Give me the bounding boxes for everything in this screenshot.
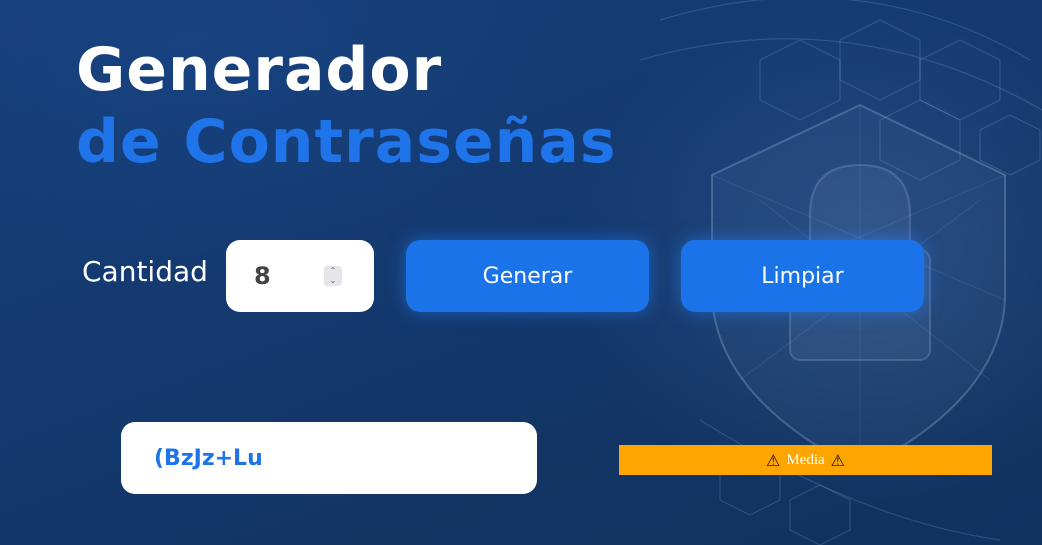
title-line-1: Generador [76,35,443,105]
quantity-stepper[interactable]: ⌃ ⌄ [324,266,342,286]
chevron-down-icon[interactable]: ⌄ [324,276,342,286]
clear-button[interactable]: Limpiar [681,240,924,312]
quantity-input[interactable] [254,260,334,292]
password-text: (BzJz+Lu [154,445,263,471]
password-output[interactable]: (BzJz+Lu [121,422,537,494]
generate-button[interactable]: Generar [406,240,649,312]
strength-label: Media [786,451,825,468]
quantity-label: Cantidad [82,255,208,288]
warning-icon: ⚠ [830,450,845,470]
quantity-field [226,240,374,312]
warning-icon: ⚠ [765,450,781,470]
title-line-2: de Contraseñas [76,107,617,177]
chevron-up-icon[interactable]: ⌃ [324,266,342,276]
strength-indicator: ⚠ Media ⚠ [619,445,992,475]
page-title: Generador de Contraseñas [76,34,617,178]
